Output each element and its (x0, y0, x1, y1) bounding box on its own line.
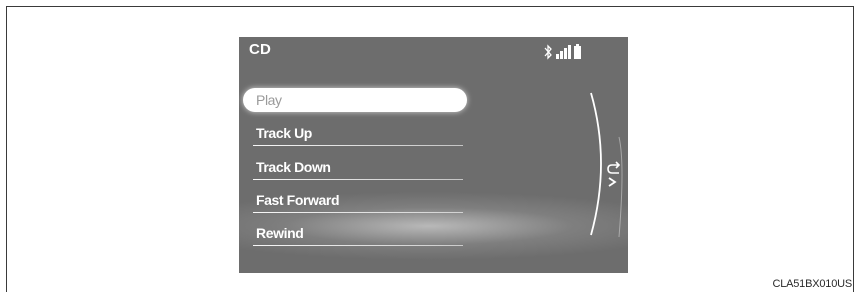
status-bar (544, 44, 581, 60)
menu-item-label: Fast Forward (256, 192, 340, 208)
menu-divider (253, 145, 463, 146)
battery-icon (574, 44, 581, 59)
menu-item-play[interactable]: Play (243, 88, 467, 112)
menu-item-rewind[interactable]: Rewind (243, 219, 467, 247)
menu-item-label: Track Down (256, 159, 331, 175)
screen-title: CD (249, 41, 272, 58)
menu-item-track-down[interactable]: Track Down (243, 153, 467, 181)
menu-divider (253, 212, 463, 213)
menu-divider (253, 245, 463, 246)
manual-figure: CD Play Track Up Track Down Fast Forward… (0, 0, 864, 292)
menu-item-label: Play (256, 92, 282, 108)
back-arrow-icon[interactable] (606, 161, 626, 191)
bluetooth-icon (544, 44, 552, 60)
menu-item-fast-forward[interactable]: Fast Forward (243, 186, 467, 214)
signal-strength-icon (556, 45, 571, 59)
menu-item-label: Track Up (256, 125, 312, 141)
display-screen: CD Play Track Up Track Down Fast Forward… (239, 37, 628, 273)
menu-item-label: Rewind (256, 225, 304, 241)
menu-divider (253, 179, 463, 180)
figure-code: CLA51BX010US (772, 278, 852, 290)
menu-item-track-up[interactable]: Track Up (243, 119, 467, 147)
